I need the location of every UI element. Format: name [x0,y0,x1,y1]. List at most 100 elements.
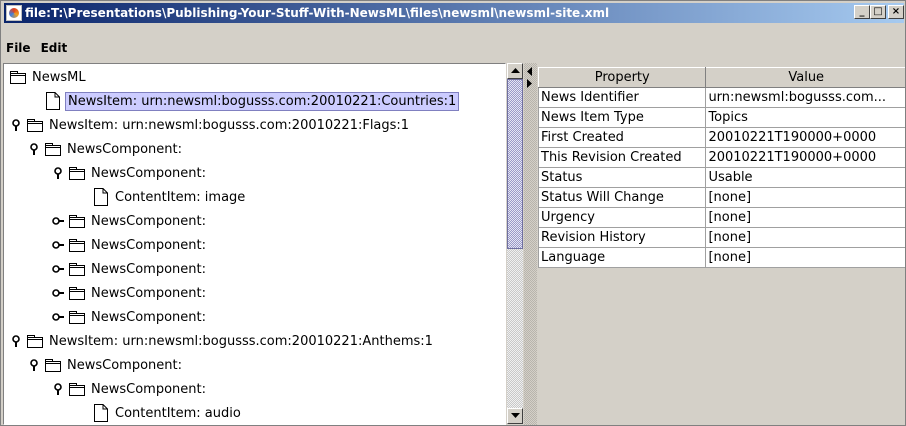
property-value-cell[interactable]: [none] [705,207,905,228]
scroll-thumb[interactable] [507,79,523,249]
arrow-down-icon [511,413,520,418]
app-window: file:T:\Presentations\Publishing-Your-St… [0,0,906,426]
tree-node-label-selected[interactable]: NewsItem: urn:newsml:bogusss.com:2001022… [65,91,460,111]
property-value-cell[interactable]: [none] [705,227,905,248]
tree-node[interactable]: NewsComponent: [28,138,184,160]
table-row[interactable]: This Revision Created 20010221T190000+000… [538,147,905,168]
tree-node[interactable]: ContentItem: image [94,186,247,208]
tree-node-label[interactable]: NewsComponent: [89,261,208,278]
tree-node-label[interactable]: NewsComponent: [89,381,208,398]
tree-node-label[interactable]: NewsComponent: [65,141,184,158]
tree-view[interactable]: NewsML NewsItem: urn:newsml:bogusss.com:2… [3,63,506,425]
tree-node[interactable]: NewsComponent: [52,306,208,328]
table-row[interactable]: Status Will Change [none] [538,187,905,208]
arrow-up-icon [511,68,520,73]
tree-node-label[interactable]: ContentItem: image [113,189,247,206]
table-row[interactable]: Language [none] [538,247,905,268]
table-row[interactable]: First Created 20010221T190000+0000 [538,127,905,148]
property-name-cell[interactable]: This Revision Created [538,147,707,168]
property-value-cell[interactable]: [none] [705,247,905,268]
tree-node[interactable]: NewsML [10,66,88,88]
menu-file[interactable]: File [4,39,39,57]
property-name-cell[interactable]: Language [538,247,707,268]
property-value-cell[interactable]: Usable [705,167,905,188]
property-value-cell[interactable]: urn:newsml:bogusss.com... [705,87,905,108]
tree-node-label[interactable]: NewsComponent: [65,357,184,374]
expanded-key-icon[interactable] [52,383,64,395]
tree-node-label[interactable]: NewsML [30,69,88,86]
folder-icon [10,70,26,84]
split-pane-divider[interactable] [524,63,537,425]
column-header-property[interactable]: Property [538,67,707,88]
tree-node-label[interactable]: NewsComponent: [89,237,208,254]
minimize-button[interactable]: _ [854,5,870,19]
property-value-cell[interactable]: 20010221T190000+0000 [705,147,905,168]
expanded-key-icon[interactable] [28,143,40,155]
folder-icon [69,382,85,396]
table-row[interactable]: Urgency [none] [538,207,905,228]
tree-node-label[interactable]: NewsComponent: [89,213,208,230]
java-app-icon[interactable] [6,5,22,21]
property-name-cell[interactable]: Status [538,167,707,188]
tree-node[interactable]: NewsComponent: [52,162,208,184]
collapsed-key-icon[interactable] [52,215,64,227]
expanded-key-icon[interactable] [10,335,22,347]
collapsed-key-icon[interactable] [52,311,64,323]
tree-node-label[interactable]: NewsItem: urn:newsml:bogusss.com:2001022… [47,117,411,134]
title-bar[interactable]: file:T:\Presentations\Publishing-Your-St… [4,3,904,23]
scroll-up-button[interactable] [507,63,523,79]
document-icon [94,188,108,206]
collapsed-key-icon[interactable] [52,287,64,299]
property-name-cell[interactable]: News Identifier [538,87,707,108]
tree-node[interactable]: NewsComponent: [28,354,184,376]
property-name-cell[interactable]: First Created [538,127,707,148]
property-name-cell[interactable]: Revision History [538,227,707,248]
tree-node-label[interactable]: NewsComponent: [89,285,208,302]
menu-edit[interactable]: Edit [39,39,76,57]
properties-pane: Property Value News Identifier urn:newsml… [538,63,905,425]
folder-icon [27,334,43,348]
expanded-key-icon[interactable] [52,167,64,179]
expanded-key-icon[interactable] [28,359,40,371]
table-row[interactable]: Status Usable [538,167,905,188]
property-value-cell[interactable]: [none] [705,187,905,208]
maximize-button[interactable]: □ [870,5,886,19]
document-icon [46,92,60,110]
tree-node-label[interactable]: NewsComponent: [89,165,208,182]
folder-icon [69,310,85,324]
collapsed-key-icon[interactable] [52,263,64,275]
tree-node-label[interactable]: NewsComponent: [89,309,208,326]
tree-node-label[interactable]: ContentItem: audio [113,405,243,422]
collapse-left-arrow-icon[interactable] [527,67,533,76]
tree-node[interactable]: ContentItem: audio [94,402,243,424]
folder-icon [69,286,85,300]
property-name-cell[interactable]: News Item Type [538,107,707,128]
collapsed-key-icon[interactable] [52,239,64,251]
tree-vertical-scrollbar[interactable] [506,63,523,425]
table-header-row: Property Value [538,67,905,88]
tree-node[interactable]: NewsComponent: [52,378,208,400]
scroll-down-button[interactable] [507,408,523,424]
tree-node[interactable]: NewsItem: urn:newsml:bogusss.com:2001022… [10,330,435,352]
property-name-cell[interactable]: Urgency [538,207,707,228]
tree-node-label[interactable]: NewsItem: urn:newsml:bogusss.com:2001022… [47,333,435,350]
property-value-cell[interactable]: 20010221T190000+0000 [705,127,905,148]
column-header-value[interactable]: Value [705,67,905,88]
tree-node[interactable]: NewsItem: urn:newsml:bogusss.com:2001022… [46,90,460,112]
tree-node[interactable]: NewsComponent: [52,282,208,304]
tree-node[interactable]: NewsComponent: [52,210,208,232]
folder-icon [45,358,61,372]
tree-node[interactable]: NewsItem: urn:newsml:bogusss.com:2001022… [10,114,411,136]
expand-right-arrow-icon[interactable] [527,79,533,88]
property-name-cell[interactable]: Status Will Change [538,187,707,208]
close-button[interactable]: × [888,5,904,19]
window-title: file:T:\Presentations\Publishing-Your-St… [25,6,610,20]
property-value-cell[interactable]: Topics [705,107,905,128]
folder-icon [45,142,61,156]
expanded-key-icon[interactable] [10,119,22,131]
table-row[interactable]: News Identifier urn:newsml:bogusss.com... [538,87,905,108]
tree-node[interactable]: NewsComponent: [52,258,208,280]
table-row[interactable]: Revision History [none] [538,227,905,248]
table-row[interactable]: News Item Type Topics [538,107,905,128]
tree-node[interactable]: NewsComponent: [52,234,208,256]
